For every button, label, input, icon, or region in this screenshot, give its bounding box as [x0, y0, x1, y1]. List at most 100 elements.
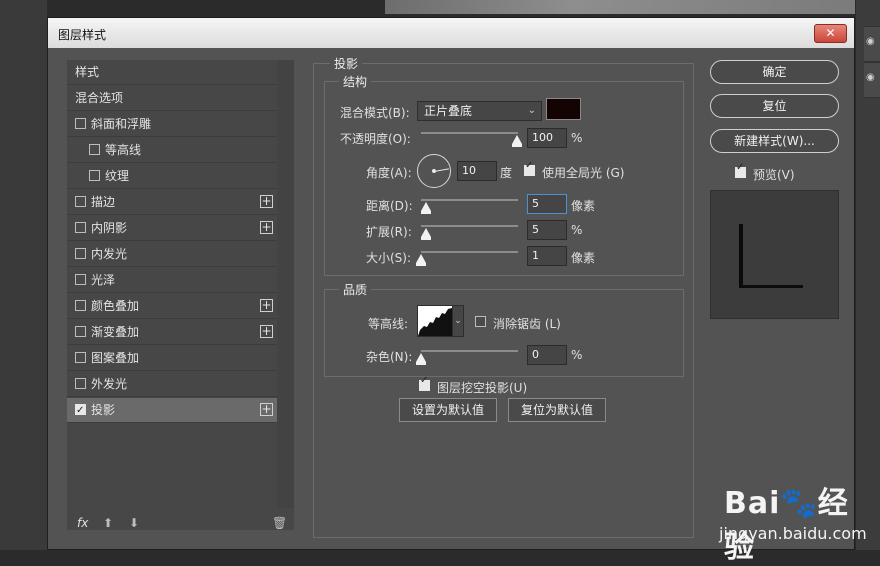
style-item-checkbox[interactable] — [75, 196, 86, 207]
angle-dial-hand — [434, 168, 449, 172]
style-list-item[interactable]: 投影 + — [67, 398, 277, 423]
add-effect-plus-icon[interactable]: + — [260, 221, 273, 234]
spread-label: 扩展(R): — [366, 225, 412, 239]
style-list-item[interactable]: 颜色叠加 + — [67, 294, 277, 319]
trash-icon[interactable]: 🗑 — [272, 516, 287, 530]
size-slider-thumb[interactable] — [416, 254, 426, 266]
ok-button[interactable]: 确定 — [710, 60, 839, 84]
distance-input[interactable]: 5 — [527, 194, 567, 214]
style-list-item[interactable]: 渐变叠加 + — [67, 320, 277, 345]
background-left-panel — [0, 0, 47, 550]
style-list-item[interactable]: 内阴影 + — [67, 216, 277, 241]
paw-icon: 🐾 — [780, 486, 818, 521]
knockout-checkbox[interactable] — [419, 375, 430, 391]
preview-checkbox[interactable] — [735, 162, 746, 178]
background-layers-panel: ◉ ◉ — [856, 0, 880, 550]
move-down-icon[interactable]: ⬇ — [129, 516, 139, 530]
opacity-slider-thumb[interactable] — [512, 135, 522, 147]
contour-curve-icon — [418, 308, 452, 336]
close-button[interactable]: ✕ — [814, 24, 847, 43]
knockout-label[interactable]: 图层挖空投影(U) — [437, 379, 527, 396]
style-item-checkbox[interactable] — [75, 378, 86, 389]
contour-label: 等高线: — [368, 317, 409, 331]
style-item-label: 样式 — [75, 65, 100, 79]
style-item-label: 投影 — [91, 403, 116, 417]
style-list-item[interactable]: 描边 + — [67, 190, 277, 215]
style-list-scrollbar[interactable] — [277, 60, 294, 508]
style-item-checkbox[interactable] — [75, 300, 86, 311]
style-item-label: 混合选项 — [75, 91, 124, 105]
global-light-label[interactable]: 使用全局光 (G) — [542, 164, 624, 181]
eye-icon[interactable]: ◉ — [866, 36, 875, 47]
add-effect-plus-icon[interactable]: + — [260, 403, 273, 416]
style-item-label: 内阴影 — [91, 221, 128, 235]
background-canvas — [385, 0, 855, 14]
blend-mode-select[interactable]: 正片叠底 ⌄ — [417, 101, 542, 121]
style-list-item[interactable]: 纹理 — [67, 164, 277, 189]
quality-legend: 品质 — [339, 281, 372, 298]
style-item-label: 内发光 — [91, 247, 128, 261]
add-effect-plus-icon[interactable]: + — [260, 195, 273, 208]
add-effect-plus-icon[interactable]: + — [260, 299, 273, 312]
new-style-button[interactable]: 新建样式(W)... — [710, 129, 839, 153]
angle-dial[interactable] — [417, 154, 451, 188]
drop-shadow-title: 投影 — [330, 55, 363, 72]
distance-slider-track[interactable] — [421, 199, 518, 201]
opacity-slider-track[interactable] — [421, 132, 518, 134]
reset-button[interactable]: 复位 — [710, 94, 839, 118]
style-item-label: 等高线 — [105, 143, 142, 157]
style-list-item[interactable]: 图案叠加 — [67, 346, 277, 371]
anti-alias-checkbox[interactable] — [475, 316, 486, 327]
watermark-brand: Bai — [724, 486, 781, 521]
preview-label[interactable]: 预览(V) — [753, 166, 795, 183]
spread-slider-track[interactable] — [421, 225, 518, 227]
style-item-checkbox[interactable] — [75, 274, 86, 285]
opacity-input[interactable]: 100 — [527, 128, 567, 148]
size-label: 大小(S): — [366, 251, 412, 265]
style-list: 样式混合选项斜面和浮雕等高线纹理描边 + 内阴影 + 内发光光泽 颜色叠加 + 渐变叠加 + 图案… — [67, 60, 294, 530]
style-item-checkbox[interactable] — [75, 248, 86, 259]
set-default-button[interactable]: 设置为默认值 — [399, 398, 497, 422]
size-slider-track[interactable] — [421, 251, 518, 253]
style-item-checkbox[interactable] — [89, 170, 100, 181]
noise-label: 杂色(N): — [366, 350, 413, 364]
style-item-checkbox[interactable] — [75, 399, 86, 423]
style-list-item[interactable]: 混合选项 — [67, 86, 277, 111]
shadow-color-swatch[interactable] — [546, 98, 581, 120]
style-list-item[interactable]: 内发光 — [67, 242, 277, 267]
style-list-item[interactable]: 光泽 — [67, 268, 277, 293]
style-list-item[interactable]: 外发光 — [67, 372, 277, 397]
angle-label: 角度(A): — [366, 166, 412, 180]
size-input[interactable]: 1 — [527, 246, 567, 266]
style-list-item[interactable]: 样式 — [67, 60, 277, 85]
reset-default-button[interactable]: 复位为默认值 — [508, 398, 606, 422]
distance-slider-thumb[interactable] — [421, 202, 431, 214]
style-list-footer: fx ⬆ ⬇ 🗑 — [67, 512, 294, 538]
style-item-checkbox[interactable] — [75, 352, 86, 363]
noise-unit: % — [571, 348, 583, 362]
contour-preview[interactable] — [417, 305, 453, 337]
style-list-item[interactable]: 等高线 — [67, 138, 277, 163]
style-item-checkbox[interactable] — [75, 222, 86, 233]
contour-dropdown-chevron-icon[interactable]: ⌄ — [452, 305, 464, 337]
noise-slider-thumb[interactable] — [416, 353, 426, 365]
move-up-icon[interactable]: ⬆ — [103, 516, 113, 530]
fx-icon[interactable]: fx — [77, 516, 88, 530]
spread-input[interactable]: 5 — [527, 220, 567, 240]
style-item-checkbox[interactable] — [75, 326, 86, 337]
style-list-item[interactable]: 斜面和浮雕 — [67, 112, 277, 137]
noise-input[interactable]: 0 — [527, 345, 567, 365]
eye-icon[interactable]: ◉ — [866, 72, 875, 83]
spread-slider-thumb[interactable] — [421, 228, 431, 240]
anti-alias-label[interactable]: 消除锯齿 (L) — [493, 315, 561, 332]
angle-input[interactable]: 10 — [457, 161, 497, 181]
style-item-checkbox[interactable] — [75, 118, 86, 129]
layer-style-dialog: 图层样式 ✕ 样式 混合选项 斜面和浮雕 等高线 纹理 描边 + 内阴影 + 内发光 光泽 颜色叠加 +… — [47, 17, 867, 565]
distance-label: 距离(D): — [366, 199, 413, 213]
global-light-checkbox[interactable] — [524, 160, 535, 176]
preview-shadow — [739, 285, 803, 288]
style-item-label: 纹理 — [105, 169, 130, 183]
style-item-checkbox[interactable] — [89, 144, 100, 155]
noise-slider-track[interactable] — [421, 350, 518, 352]
add-effect-plus-icon[interactable]: + — [260, 325, 273, 338]
